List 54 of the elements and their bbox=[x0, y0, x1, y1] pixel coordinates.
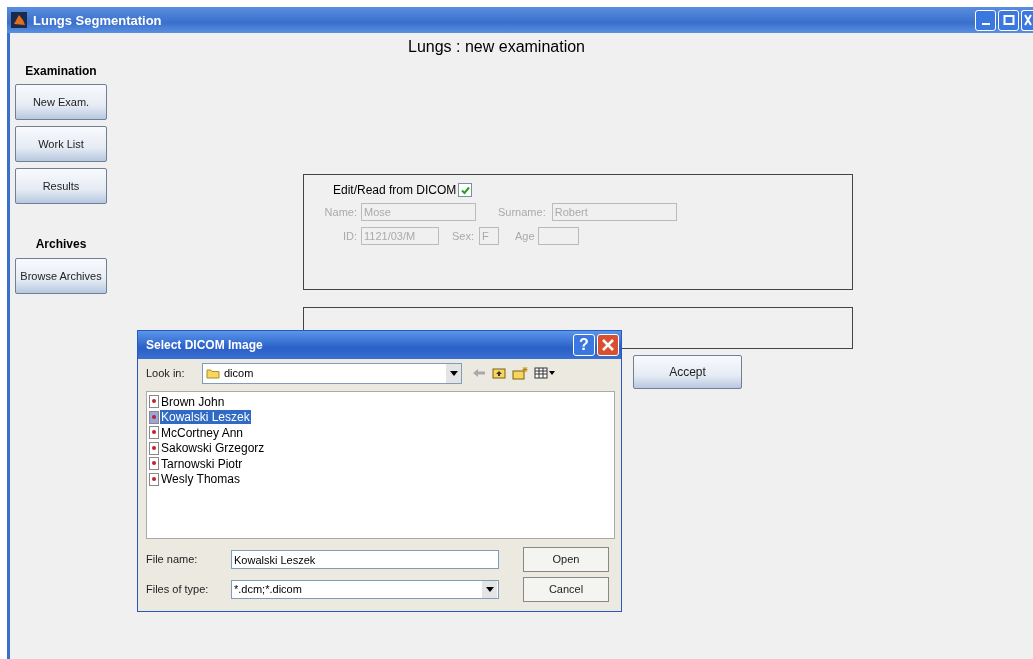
close-button[interactable] bbox=[1021, 9, 1033, 31]
section-heading: Examination bbox=[25, 64, 97, 78]
caret-icon bbox=[485, 586, 494, 592]
file-icon bbox=[149, 410, 159, 424]
minimize-icon bbox=[981, 23, 990, 25]
close-icon bbox=[601, 338, 615, 352]
age-field[interactable] bbox=[537, 227, 579, 245]
app-icon bbox=[11, 12, 27, 28]
field-label: ID: bbox=[341, 230, 358, 242]
file-item[interactable]: Wesly Thomas bbox=[149, 471, 614, 487]
minimize-button[interactable] bbox=[975, 9, 996, 31]
help-button[interactable]: ? bbox=[573, 334, 595, 356]
file-item[interactable]: Tarnowski Piotr bbox=[149, 456, 614, 472]
sidebar-button[interactable]: Browse Archives bbox=[15, 258, 107, 294]
file-type-label: Files of type: bbox=[146, 583, 210, 595]
page-title: Lungs : new examination bbox=[408, 38, 585, 56]
look-in-dropdown[interactable]: dicom bbox=[202, 362, 462, 384]
file-type-dropdown[interactable]: *.dcm;*.dicom bbox=[231, 579, 499, 599]
file-name-label: File name: bbox=[146, 553, 199, 565]
sidebar-button[interactable]: Results bbox=[15, 168, 107, 204]
caret-icon bbox=[449, 370, 458, 376]
file-item[interactable]: Sakowski Grzegorz bbox=[149, 440, 614, 456]
maximize-icon bbox=[1002, 14, 1015, 26]
file-name-field[interactable]: Kowalski Leszek bbox=[231, 549, 499, 569]
sidebar-button[interactable]: Work List bbox=[15, 126, 107, 162]
file-icon bbox=[149, 441, 159, 455]
field-label: Sex: bbox=[452, 230, 474, 242]
field-label: Surname: bbox=[498, 206, 546, 218]
sidebar-button[interactable]: New Exam. bbox=[15, 84, 107, 120]
file-item[interactable]: Kowalski Leszek bbox=[149, 409, 614, 425]
file-item[interactable]: McCortney Ann bbox=[149, 425, 614, 441]
cancel-button[interactable]: Cancel bbox=[523, 576, 609, 602]
dicom-label: Edit/Read from DICOM bbox=[333, 183, 457, 197]
close-icon bbox=[1023, 14, 1032, 26]
field-label: Name: bbox=[323, 206, 358, 218]
view-menu-icon[interactable] bbox=[534, 367, 556, 379]
up-folder-icon[interactable] bbox=[492, 367, 506, 379]
look-in-label: Look in: bbox=[146, 367, 186, 379]
file-icon bbox=[149, 395, 159, 409]
file-icon bbox=[149, 457, 159, 471]
close-button[interactable] bbox=[597, 334, 619, 356]
window-title: Lungs Segmentation bbox=[33, 12, 162, 28]
section-heading: Archives bbox=[35, 237, 87, 251]
dialog-title: Select DICOM Image bbox=[146, 338, 263, 352]
maximize-button[interactable] bbox=[998, 9, 1019, 31]
file-icon bbox=[149, 426, 159, 440]
file-icon bbox=[149, 472, 159, 486]
new-folder-icon[interactable] bbox=[512, 366, 528, 380]
folder-icon bbox=[206, 367, 220, 379]
accept-button[interactable]: Accept bbox=[633, 355, 742, 389]
file-item[interactable]: Brown John bbox=[149, 394, 614, 410]
field-label: Age bbox=[515, 230, 535, 242]
open-button[interactable]: Open bbox=[523, 546, 609, 572]
dicom-checkbox[interactable] bbox=[458, 183, 473, 197]
